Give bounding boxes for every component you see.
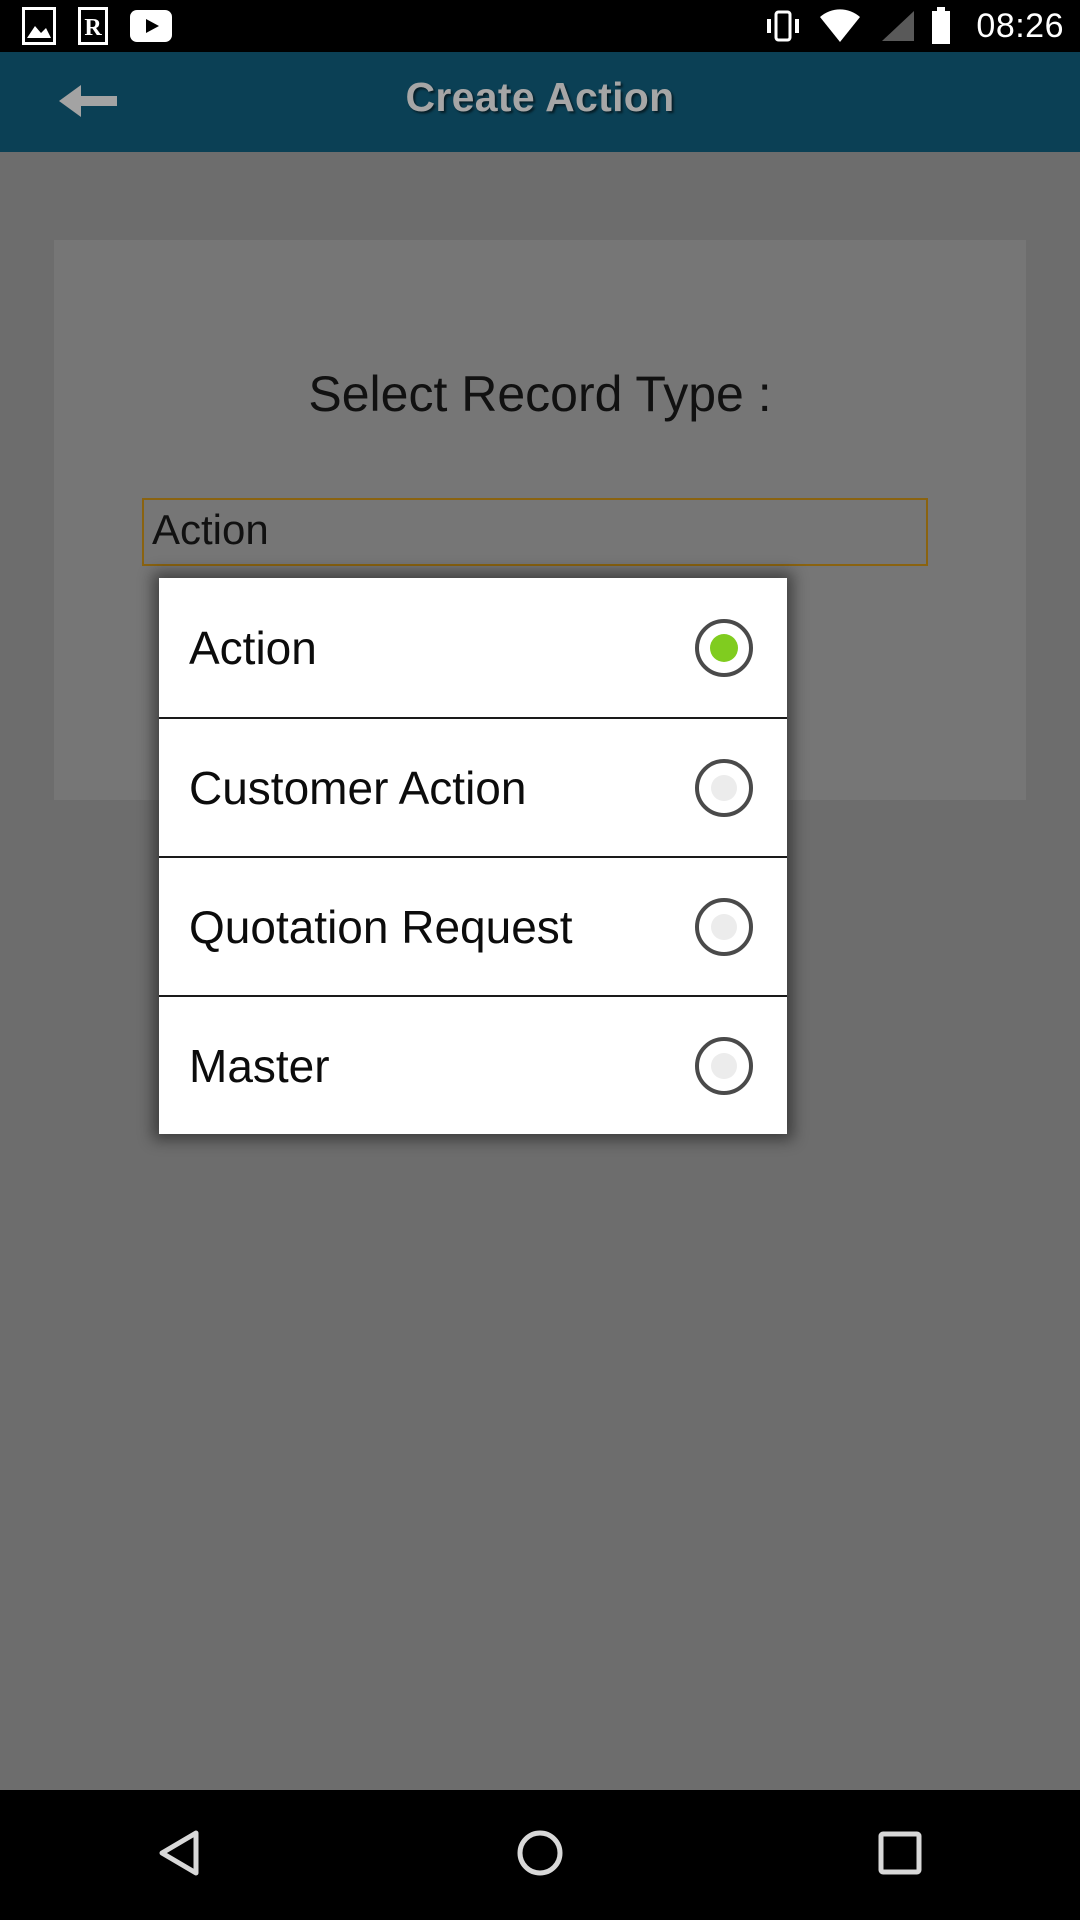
record-type-dropdown[interactable]: Action Customer Action Quotation Request… <box>159 578 787 1134</box>
r-badge-icon: R <box>78 7 108 45</box>
radio-button-action[interactable] <box>695 618 753 677</box>
android-screen: R 08:26 Create Action Select Record Type… <box>0 0 1080 1920</box>
radio-button-master[interactable] <box>695 1036 753 1095</box>
page-title: Create Action <box>405 74 675 120</box>
nav-recents-button[interactable] <box>800 1790 1000 1920</box>
image-icon <box>22 7 56 45</box>
list-item[interactable]: Action <box>159 578 787 717</box>
vibrate-icon <box>762 7 804 45</box>
record-type-heading: Select Record Type : <box>308 366 772 422</box>
status-bar-clock: 08:26 <box>976 6 1064 45</box>
list-item[interactable]: Customer Action <box>159 717 787 856</box>
dropdown-item-label: Master <box>189 1039 330 1092</box>
status-bar-system-icons: 08:26 <box>762 7 1064 46</box>
square-recents-icon <box>877 1830 923 1881</box>
battery-icon <box>930 7 952 45</box>
list-item[interactable]: Master <box>159 995 787 1134</box>
radio-button-quotation-request[interactable] <box>695 897 753 956</box>
circle-home-icon <box>516 1829 564 1882</box>
signal-icon <box>876 9 916 43</box>
app-bar: Create Action <box>0 52 1080 152</box>
wifi-icon <box>818 9 862 43</box>
record-type-spinner-value: Action <box>152 506 269 553</box>
navigation-bar <box>0 1790 1080 1920</box>
dropdown-item-label: Quotation Request <box>189 900 573 953</box>
dropdown-item-label: Customer Action <box>189 761 527 814</box>
status-bar-notification-icons: R <box>22 7 172 45</box>
status-bar: R 08:26 <box>0 0 1080 52</box>
dropdown-item-label: Action <box>189 621 317 674</box>
nav-back-button[interactable] <box>80 1790 280 1920</box>
list-item[interactable]: Quotation Request <box>159 856 787 995</box>
youtube-icon <box>130 10 172 42</box>
triangle-back-icon <box>158 1829 202 1882</box>
svg-text:R: R <box>84 15 102 41</box>
record-type-spinner[interactable]: Action <box>142 498 928 566</box>
nav-home-button[interactable] <box>440 1790 640 1920</box>
radio-button-customer-action[interactable] <box>695 758 753 817</box>
